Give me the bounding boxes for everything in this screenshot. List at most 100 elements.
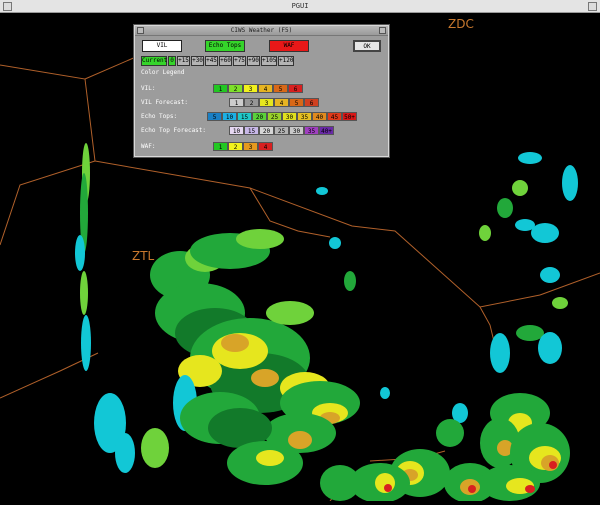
legend-swatch: 5: [207, 112, 222, 121]
legend-label: WAF:: [141, 143, 156, 150]
radar-echo: [221, 334, 249, 352]
time-button-2[interactable]: +15: [177, 56, 190, 66]
legend-swatches: 123456: [213, 84, 303, 93]
dialog-menu-icon[interactable]: [137, 27, 144, 34]
ciws-weather-dialog[interactable]: CIWS Weather (F5) VIL Echo Tops WAF OK C…: [134, 25, 389, 157]
legend-swatch: 40: [312, 112, 327, 121]
legend-swatch: 3: [243, 84, 258, 93]
radar-echo: [497, 198, 513, 218]
radar-echo: [531, 223, 559, 243]
time-button-9[interactable]: +120: [278, 56, 294, 66]
radar-echo: [256, 450, 284, 466]
ok-button[interactable]: OK: [353, 40, 381, 52]
legend-swatch: 25: [267, 112, 282, 121]
radar-echo: [316, 187, 328, 195]
legend-swatches: 123456: [229, 98, 319, 107]
legend-swatches: 1234: [213, 142, 273, 151]
legend-swatch: 6: [304, 98, 319, 107]
legend-swatch: 15: [237, 112, 252, 121]
radar-echo: [251, 369, 279, 387]
time-button-7[interactable]: +90: [247, 56, 260, 66]
center-label-zdc: ZDC: [448, 17, 474, 31]
dialog-close-icon[interactable]: [379, 27, 386, 34]
radar-echo: [81, 315, 91, 371]
time-button-5[interactable]: +60: [219, 56, 232, 66]
legend-swatch: 1: [213, 142, 228, 151]
legend-swatch: 30: [289, 126, 304, 135]
legend-swatch: 45: [327, 112, 342, 121]
legend-swatch: 10: [222, 112, 237, 121]
window-title: PGUI: [291, 2, 309, 10]
radar-echo: [516, 325, 544, 341]
legend-swatch: 20: [252, 112, 267, 121]
radar-echo: [515, 219, 535, 231]
legend-label: Echo Tops:: [141, 113, 178, 120]
radar-echo: [115, 433, 135, 473]
radar-echo: [141, 428, 169, 468]
legend-swatch: 25: [274, 126, 289, 135]
dialog-title: CIWS Weather (F5): [230, 27, 293, 34]
radar-echo: [552, 297, 568, 309]
time-button-3[interactable]: +30: [191, 56, 204, 66]
legend-swatch: 35: [304, 126, 319, 135]
legend-swatch: 20: [259, 126, 274, 135]
radar-echo: [540, 267, 560, 283]
legend-swatch: 15: [244, 126, 259, 135]
window-title-bar: PGUI: [0, 0, 600, 13]
radar-echo: [380, 387, 390, 399]
legend-swatches: 10 15 20 25 30 35 40+: [229, 126, 334, 135]
legend-swatch: 10: [229, 126, 244, 135]
time-button-1[interactable]: 0: [168, 56, 176, 66]
radar-echo: [512, 180, 528, 196]
legend-label: VIL:: [141, 85, 156, 92]
forecast-time-buttons: Current 0 +15 +30 +45 +60 +75 +90 +105 +120: [141, 56, 295, 66]
legend-swatch: 2: [228, 84, 243, 93]
legend-swatch: 5: [289, 98, 304, 107]
radar-echo: [344, 271, 356, 291]
legend-swatch: 3: [259, 98, 274, 107]
radar-echo: [562, 165, 578, 201]
legend-swatches: 5 10 15 20 25 30 35 40 45 50+: [207, 112, 357, 121]
legend-swatch: 2: [244, 98, 259, 107]
legend-label: Echo Top Forecast:: [141, 127, 207, 134]
time-button-8[interactable]: +105: [261, 56, 277, 66]
legend-swatch: 4: [258, 142, 273, 151]
waf-button[interactable]: WAF: [269, 40, 309, 52]
legend-swatch: 50+: [342, 112, 357, 121]
radar-echo: [384, 484, 392, 492]
radar-echo: [236, 229, 284, 249]
legend-swatch: 1: [213, 84, 228, 93]
radar-echo: [436, 419, 464, 447]
radar-echo: [538, 332, 562, 364]
legend-swatch: 30: [282, 112, 297, 121]
echo-tops-button[interactable]: Echo Tops: [205, 40, 245, 52]
legend-swatch: 6: [288, 84, 303, 93]
time-button-6[interactable]: +75: [233, 56, 246, 66]
radar-echo: [288, 431, 312, 449]
window-close-icon[interactable]: [588, 2, 597, 11]
color-legend-title: Color Legend: [141, 69, 185, 76]
time-button-4[interactable]: +45: [205, 56, 218, 66]
radar-echo: [518, 152, 542, 164]
legend-swatch: 40+: [319, 126, 334, 135]
legend-swatch: 4: [258, 84, 273, 93]
vil-button[interactable]: VIL: [142, 40, 182, 52]
legend-swatch: 4: [274, 98, 289, 107]
radar-echoes: [75, 143, 578, 503]
radar-echo: [468, 485, 476, 493]
radar-echo: [549, 461, 557, 469]
legend-swatch: 5: [273, 84, 288, 93]
center-label-ztl: ZTL: [132, 249, 155, 263]
legend-swatch: 1: [229, 98, 244, 107]
radar-echo: [266, 301, 314, 325]
radar-echo: [75, 235, 85, 271]
radar-echo: [479, 225, 491, 241]
radar-echo: [320, 465, 360, 501]
dialog-title-bar[interactable]: CIWS Weather (F5): [135, 26, 388, 36]
legend-label: VIL Forecast:: [141, 99, 188, 106]
radar-echo: [490, 333, 510, 373]
legend-swatch: 35: [297, 112, 312, 121]
radar-echo: [80, 271, 88, 315]
legend-swatch: 2: [228, 142, 243, 151]
time-button-current[interactable]: Current: [141, 56, 167, 66]
